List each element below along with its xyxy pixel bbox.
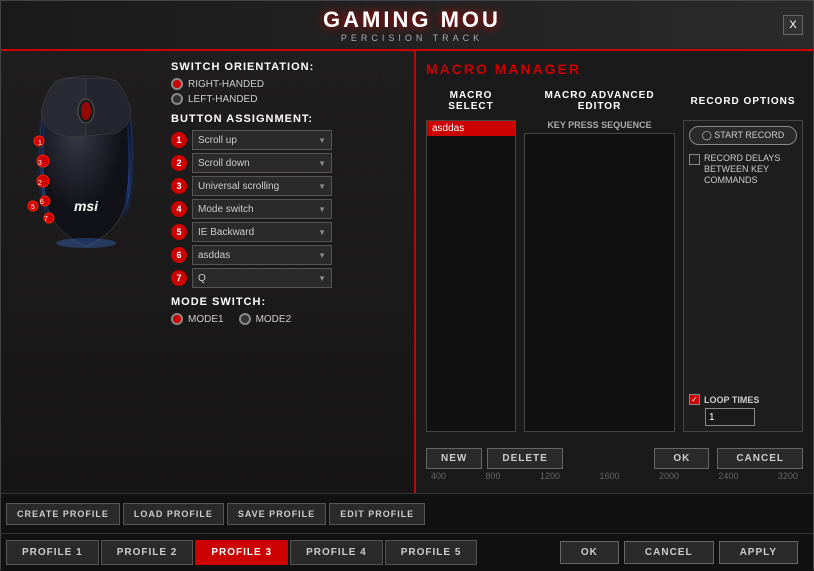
svg-text:3: 3 (38, 160, 42, 167)
mode-switch-title: MODE SWITCH: (171, 296, 404, 308)
mode1-radio[interactable] (171, 313, 183, 325)
mode1-label: MODE1 (188, 314, 224, 325)
loop-times-checkbox[interactable]: ✓ (689, 394, 700, 405)
btn-2-dropdown[interactable]: Scroll down ▼ (192, 153, 332, 173)
svg-text:6: 6 (40, 199, 44, 206)
left-handed-radio[interactable] (171, 93, 183, 105)
macro-list-item[interactable]: asddas (427, 121, 515, 136)
key-press-box (524, 133, 675, 432)
new-macro-button[interactable]: NEW (426, 448, 482, 469)
macro-editor-header: MACRO ADVANCED EDITOR (524, 87, 675, 115)
btn-7-dropdown[interactable]: Q ▼ (192, 268, 332, 288)
record-delays-checkbox[interactable] (689, 154, 700, 165)
right-handed-label: RIGHT-HANDED (188, 79, 264, 90)
left-handed-label: LEFT-HANDED (188, 94, 257, 105)
timeline: 400 800 1200 1600 2000 2400 3200 (426, 469, 803, 483)
btn-num-6: 6 (171, 247, 187, 263)
app-title: GAMING MOU (323, 7, 501, 33)
ok-button[interactable]: OK (560, 541, 619, 564)
btn-4-dropdown[interactable]: Mode switch ▼ (192, 199, 332, 219)
mode2-radio[interactable] (239, 313, 251, 325)
edit-profile-button[interactable]: EDIT PROFILE (329, 503, 425, 525)
load-profile-button[interactable]: LOAD PROFILE (123, 503, 224, 525)
record-options-header: RECORD OPTIONS (683, 87, 803, 115)
macro-list[interactable]: asddas (426, 120, 516, 432)
svg-text:5: 5 (31, 204, 35, 211)
start-record-button[interactable]: ◯ START RECORD (689, 126, 797, 145)
btn-num-5: 5 (171, 224, 187, 240)
btn-num-2: 2 (171, 155, 187, 171)
save-profile-button[interactable]: SAVE PROFILE (227, 503, 326, 525)
svg-text:1: 1 (38, 140, 42, 147)
macro-cancel-button[interactable]: CANCEL (717, 448, 803, 469)
btn-num-4: 4 (171, 201, 187, 217)
profile-tab-4[interactable]: PROFILE 4 (290, 540, 383, 565)
macro-ok-button[interactable]: OK (654, 448, 709, 469)
bottom-toolbar: CREATE PROFILE LOAD PROFILE SAVE PROFILE… (1, 493, 813, 533)
btn-5-dropdown[interactable]: IE Backward ▼ (192, 222, 332, 242)
loop-times-label: LOOP TIMES (704, 395, 759, 405)
right-handed-radio[interactable] (171, 78, 183, 90)
svg-text:7: 7 (44, 216, 48, 223)
btn-num-3: 3 (171, 178, 187, 194)
switch-orientation-title: SWITCH ORIENTATION: (171, 61, 404, 73)
btn-6-dropdown[interactable]: asddas ▼ (192, 245, 332, 265)
record-options-box: ◯ START RECORD RECORD DELAYS BETWEEN KEY… (683, 120, 803, 432)
profile-tab-5[interactable]: PROFILE 5 (385, 540, 478, 565)
app-subtitle: PERCISION TRACK (341, 33, 483, 43)
create-profile-button[interactable]: CREATE PROFILE (6, 503, 120, 525)
close-button[interactable]: X (783, 15, 803, 35)
mode2-label: MODE2 (256, 314, 292, 325)
macro-title: MACRO MANAGER (426, 61, 803, 77)
delete-macro-button[interactable]: DELETE (487, 448, 562, 469)
apply-button[interactable]: APPLY (719, 541, 798, 564)
svg-text:msi: msi (74, 198, 99, 214)
profile-tab-3[interactable]: PROFILE 3 (195, 540, 288, 565)
key-press-label: KEY PRESS SEQUENCE (524, 120, 675, 130)
btn-num-1: 1 (171, 132, 187, 148)
macro-select-header: MACRO SELECT (426, 87, 516, 115)
btn-num-7: 7 (171, 270, 187, 286)
cancel-button[interactable]: CANCEL (624, 541, 714, 564)
loop-times-input[interactable]: 1 (705, 408, 755, 426)
button-assignment-title: BUTTON ASSIGNMENT: (171, 113, 404, 125)
btn-1-dropdown[interactable]: Scroll up ▼ (192, 130, 332, 150)
record-delays-label: RECORD DELAYS BETWEEN KEY COMMANDS (704, 153, 797, 185)
svg-text:2: 2 (38, 180, 42, 187)
profile-tab-1[interactable]: PROFILE 1 (6, 540, 99, 565)
profile-tab-2[interactable]: PROFILE 2 (101, 540, 194, 565)
btn-3-dropdown[interactable]: Universal scrolling ▼ (192, 176, 332, 196)
mouse-image: 1 3 2 6 7 5 msi (11, 61, 161, 261)
